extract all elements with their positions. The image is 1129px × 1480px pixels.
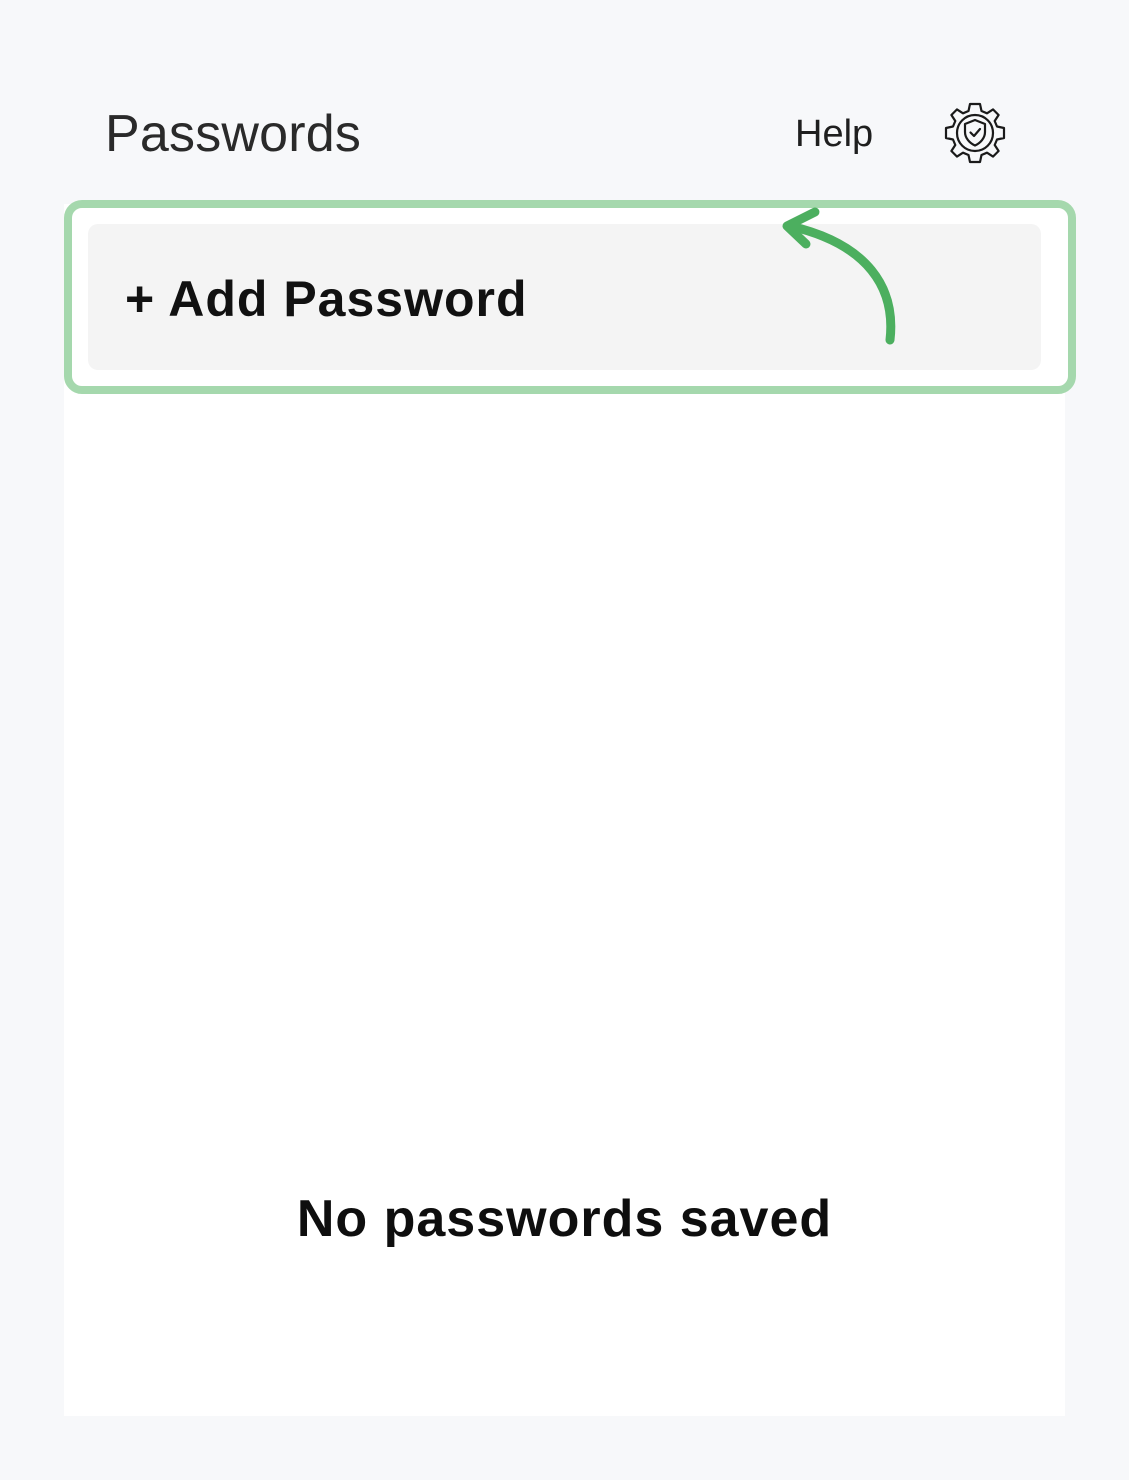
settings-button[interactable] [942,100,1008,166]
help-link[interactable]: Help [795,112,873,156]
curved-arrow-icon [782,207,896,345]
empty-state-message: No passwords saved [296,1190,833,1248]
page-title: Passwords [105,105,362,163]
security-settings-icon [944,102,1006,164]
add-password-label: + Add Password [125,271,528,327]
